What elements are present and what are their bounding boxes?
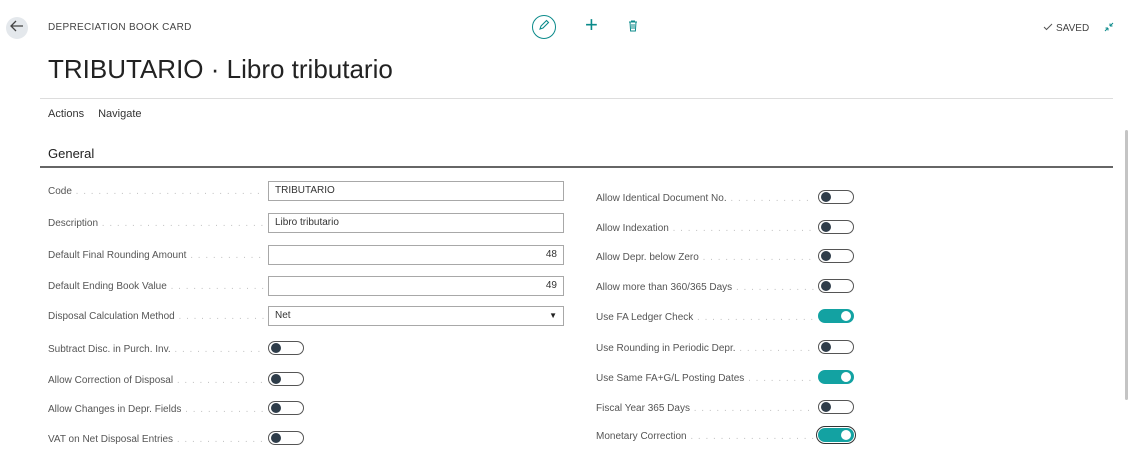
same-dates-toggle[interactable] [818, 370, 854, 384]
field-row-rounding-periodic: Use Rounding in Periodic Depr. [0, 337, 1100, 359]
checkmark-icon [1043, 23, 1053, 34]
rounding-periodic-toggle[interactable] [818, 340, 854, 354]
section-divider [40, 166, 1113, 168]
plus-icon: + [585, 12, 598, 37]
toggle-knob [841, 430, 851, 440]
saved-status: SAVED [1043, 23, 1089, 34]
toggle-knob [821, 402, 831, 412]
fiscal-365-label: Fiscal Year 365 Days [596, 403, 814, 414]
page-header: DEPRECIATION BOOK CARD + SAVED [0, 0, 1130, 50]
actions-menu[interactable]: Actions [48, 108, 84, 120]
collapse-arrows-icon [1103, 20, 1115, 37]
same-dates-label: Use Same FA+G/L Posting Dates [596, 373, 814, 384]
toggle-knob [841, 311, 851, 321]
toggle-knob [821, 251, 831, 261]
below-zero-label: Allow Depr. below Zero [596, 252, 814, 263]
field-row-below-zero: Allow Depr. below Zero [0, 246, 1100, 268]
field-row-monetary: Monetary Correction [0, 425, 1100, 447]
arrow-left-icon [10, 19, 24, 37]
edit-button[interactable] [532, 15, 556, 39]
field-row-same-dates: Use Same FA+G/L Posting Dates [0, 367, 1100, 389]
trash-icon [628, 19, 638, 36]
pencil-icon [538, 18, 550, 36]
field-row-identical-doc: Allow Identical Document No. [0, 187, 1100, 209]
more-than-365-label: Allow more than 360/365 Days [596, 282, 814, 293]
below-zero-toggle[interactable] [818, 249, 854, 263]
field-row-fiscal-365: Fiscal Year 365 Days [0, 397, 1100, 419]
scrollbar[interactable] [1125, 130, 1128, 400]
delete-button[interactable] [628, 19, 638, 37]
toggle-knob [821, 281, 831, 291]
monetary-toggle[interactable] [816, 426, 856, 444]
divider [40, 98, 1113, 99]
section-title-general[interactable]: General [48, 146, 94, 161]
back-button[interactable] [6, 17, 28, 39]
page-title: TRIBUTARIO · Libro tributario [48, 54, 393, 84]
new-button[interactable]: + [585, 14, 598, 36]
navigate-menu[interactable]: Navigate [98, 108, 141, 120]
rounding-periodic-label: Use Rounding in Periodic Depr. [596, 343, 814, 354]
toggle-knob [841, 372, 851, 382]
toggle-knob [821, 342, 831, 352]
identical-doc-label: Allow Identical Document No. [596, 193, 814, 204]
indexation-label: Allow Indexation [596, 223, 814, 234]
more-than-365-toggle[interactable] [818, 279, 854, 293]
saved-label: SAVED [1056, 23, 1090, 34]
fiscal-365-toggle[interactable] [818, 400, 854, 414]
ledger-check-toggle[interactable] [818, 309, 854, 323]
field-row-indexation: Allow Indexation [0, 217, 1100, 239]
toggle-knob [821, 192, 831, 202]
page-caption: DEPRECIATION BOOK CARD [48, 22, 192, 33]
ledger-check-label: Use FA Ledger Check [596, 312, 814, 323]
identical-doc-toggle[interactable] [818, 190, 854, 204]
collapse-button[interactable] [1103, 20, 1115, 38]
monetary-label: Monetary Correction [596, 431, 814, 442]
field-row-ledger-check: Use FA Ledger Check [0, 306, 1100, 328]
field-row-more-than-365: Allow more than 360/365 Days [0, 276, 1100, 298]
indexation-toggle[interactable] [818, 220, 854, 234]
action-bar: Actions Navigate [48, 108, 142, 120]
toggle-knob [821, 222, 831, 232]
